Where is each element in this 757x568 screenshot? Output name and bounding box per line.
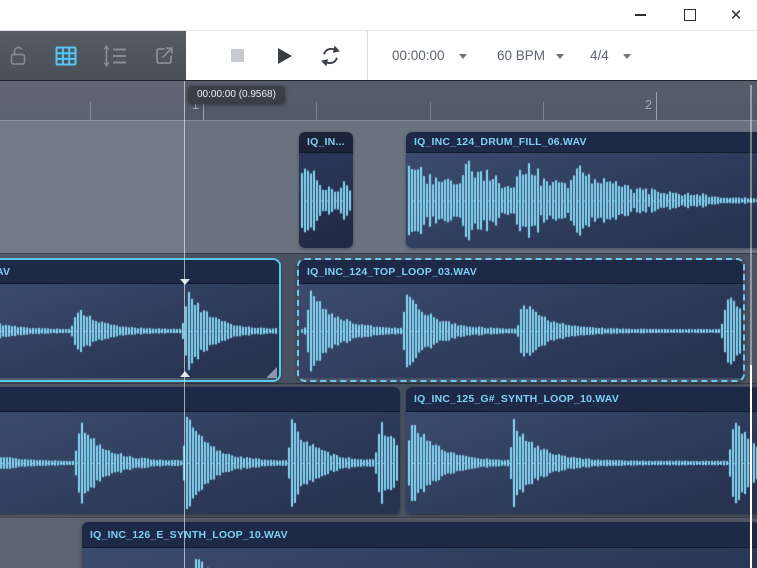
clip-name-label: IQ_INC_124_DRUM_FILL_06.WAV — [414, 136, 587, 148]
clip-waveform-area — [0, 412, 400, 514]
audio-clip[interactable]: IQ_INC_124_DRUM_FILL_06.WAV — [406, 132, 757, 248]
time-position-display[interactable]: 00:00:00 — [392, 31, 445, 80]
loop-button[interactable] — [316, 31, 344, 80]
stop-icon — [230, 49, 244, 62]
time-signature-caret-icon[interactable] — [623, 54, 631, 59]
clip-resize-corner-handle[interactable] — [266, 367, 277, 378]
open-external-button[interactable] — [150, 31, 177, 80]
loop-icon — [321, 45, 340, 66]
toolbar-divider — [367, 31, 368, 80]
clip-name: IQ_INC_124_DRUM_FILL_06.WAV — [406, 132, 757, 153]
waveform-canvas — [0, 412, 400, 514]
clip-name-label: AV — [0, 265, 11, 278]
waveform-canvas — [0, 284, 279, 378]
time-signature-display[interactable]: 4/4 — [590, 31, 609, 80]
waveform-canvas — [299, 284, 743, 378]
row-height-icon — [102, 44, 126, 67]
toolbar-left-section — [0, 31, 186, 80]
audio-clip[interactable]: IQ_IN... — [299, 132, 353, 248]
end-marker-line[interactable] — [750, 85, 752, 365]
position-tooltip: 00:00:00 (0.9568) — [188, 86, 285, 104]
play-button[interactable] — [275, 31, 295, 80]
toolbar: 00:00:00 60 BPM 4/4 — [0, 30, 757, 82]
close-icon: ✕ — [729, 6, 743, 24]
clip-waveform-area — [406, 153, 757, 248]
clip-name-label: IQ_INC_125_G#_SYNTH_LOOP_10.WAV — [414, 393, 620, 405]
clip-name: IQ_INC_125_G#_SYNTH_LOOP_10.WAV — [406, 387, 757, 412]
ruler-bar-tick — [656, 92, 657, 120]
maximize-icon — [684, 9, 696, 21]
playhead-cursor[interactable] — [184, 81, 185, 568]
ruler-beat-tick — [543, 102, 544, 120]
row-height-button[interactable] — [100, 31, 129, 80]
maximize-button[interactable] — [672, 0, 708, 30]
audio-clip[interactable] — [0, 387, 400, 514]
time-position-caret-icon[interactable] — [459, 54, 467, 59]
toolbar-transport-section: 00:00:00 60 BPM 4/4 — [186, 31, 757, 80]
clip-waveform-area — [406, 412, 757, 514]
clip-name: IQ_IN... — [299, 132, 353, 153]
clip-name-label: IQ_IN... — [307, 136, 345, 148]
play-icon — [278, 47, 292, 64]
timeline-arrangement[interactable]: 12IQ_IN...IQ_INC_124_DRUM_FILL_06.WAVAVI… — [0, 81, 757, 568]
clip-name: AV — [0, 260, 279, 284]
lock-open-icon — [10, 46, 26, 65]
waveform-canvas — [406, 412, 757, 514]
waveform-canvas — [406, 153, 757, 248]
clip-waveform-area — [299, 153, 353, 248]
audio-clip[interactable]: AV — [0, 258, 281, 382]
ruler-beat-tick — [316, 102, 317, 120]
stop-button[interactable] — [227, 31, 247, 80]
bpm-caret-icon[interactable] — [556, 54, 564, 59]
waveform-canvas — [299, 153, 353, 248]
clip-name-label: IQ_INC_124_TOP_LOOP_03.WAV — [307, 265, 477, 278]
open-external-icon — [155, 46, 173, 64]
clip-name — [0, 387, 400, 412]
daw-window: ✕ 00:00:00 60 BPM 4/4 1 2 IQ_IN... IQ_IN… — [0, 0, 757, 568]
minimize-icon — [634, 14, 646, 16]
ruler-beat-tick — [430, 102, 431, 120]
title-bar: ✕ — [0, 0, 757, 30]
end-marker-line-bright[interactable] — [750, 365, 752, 568]
clip-stretch-handle-bottom[interactable] — [180, 371, 190, 377]
minimize-button[interactable] — [622, 0, 658, 30]
audio-clip[interactable]: IQ_INC_124_TOP_LOOP_03.WAV — [297, 258, 745, 382]
ruler-bar-number: 2 — [645, 98, 652, 112]
clip-waveform-area — [299, 284, 743, 378]
clip-name-label: IQ_INC_126_E_SYNTH_LOOP_10.WAV — [90, 528, 288, 541]
lock-open-button[interactable] — [4, 31, 32, 80]
grid-snap-button[interactable] — [51, 31, 81, 80]
clip-stretch-handle-top[interactable] — [180, 279, 190, 285]
audio-clip[interactable]: IQ_INC_125_G#_SYNTH_LOOP_10.WAV — [406, 387, 757, 514]
grid-icon — [55, 46, 77, 65]
clip-name: IQ_INC_124_TOP_LOOP_03.WAV — [299, 260, 743, 284]
close-button[interactable]: ✕ — [718, 0, 754, 30]
bpm-display[interactable]: 60 BPM — [497, 31, 545, 80]
clip-waveform-area — [0, 284, 279, 378]
